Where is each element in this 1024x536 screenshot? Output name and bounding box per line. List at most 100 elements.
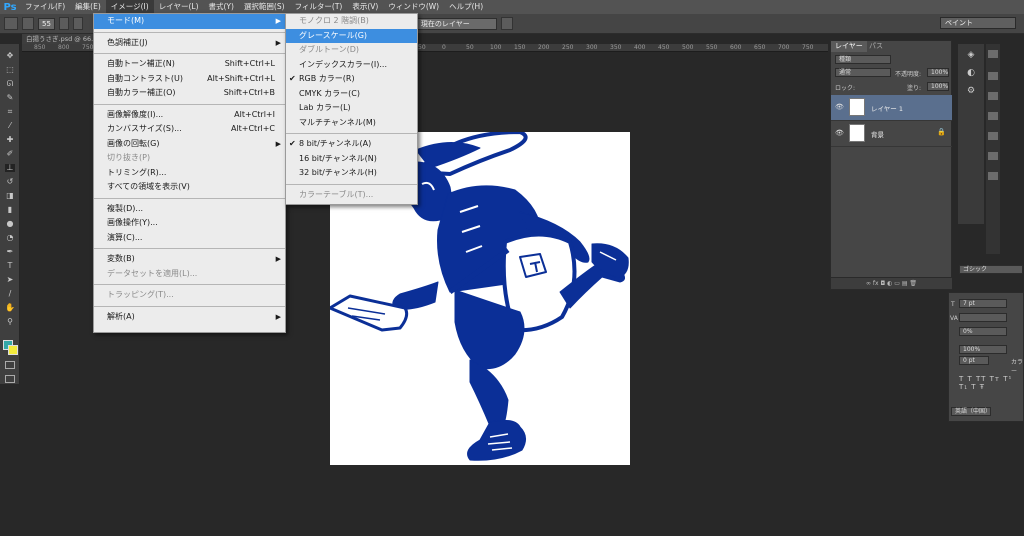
opacity-label: 不透明度:: [895, 71, 922, 78]
image-menu-item[interactable]: 演算(C)...: [94, 231, 285, 246]
blend-mode-dropdown[interactable]: 通常: [835, 68, 891, 77]
menu-layer[interactable]: レイヤー(L): [154, 0, 204, 14]
image-menu-item[interactable]: 解析(A) ▶: [94, 310, 285, 325]
vertical-scale-field[interactable]: 100%: [959, 345, 1007, 354]
image-menu-item[interactable]: 画像の回転(G) ▶: [94, 137, 285, 152]
eraser-tool-icon[interactable]: ◨: [5, 192, 15, 200]
menu-item-label: 8 bit/チャンネル(A): [299, 139, 372, 148]
menu-edit[interactable]: 編集(E): [70, 0, 106, 14]
mode-menu-item[interactable]: CMYK カラー(C): [286, 87, 417, 102]
image-menu-item[interactable]: すべての領域を表示(V): [94, 180, 285, 195]
image-menu-item[interactable]: 自動カラー補正(O) Shift+Ctrl+B: [94, 86, 285, 101]
image-menu-item[interactable]: カンバスサイズ(S)... Alt+Ctrl+C: [94, 122, 285, 137]
mode-menu-item[interactable]: インデックスカラー(I)...: [286, 58, 417, 73]
submenu-arrow-icon: ▶: [275, 17, 281, 25]
font-family-dropdown[interactable]: ゴシック: [959, 265, 1023, 274]
tracking-field[interactable]: 0%: [959, 327, 1007, 336]
menu-item-label: 解析(A): [107, 311, 135, 321]
menu-view[interactable]: 表示(V): [347, 0, 383, 14]
screen-mode-icon[interactable]: [5, 375, 15, 383]
image-menu-item[interactable]: 複製(D)...: [94, 202, 285, 217]
stamp-tool-icon[interactable]: ⊥: [5, 164, 15, 172]
pen-tool-icon[interactable]: ✒: [5, 248, 15, 256]
swatches-icon[interactable]: [988, 172, 998, 180]
layers-panel-icon[interactable]: ◈: [964, 50, 978, 60]
image-menu-item[interactable]: 画像操作(Y)...: [94, 216, 285, 231]
mode-menu-item[interactable]: 32 bit/チャンネル(H): [286, 166, 417, 181]
menu-shortcut: Alt+Ctrl+C: [230, 124, 275, 133]
font-size-field[interactable]: 7 pt: [959, 299, 1007, 308]
quick-mask-icon[interactable]: [5, 361, 15, 369]
adjustments-icon[interactable]: [988, 132, 998, 140]
paths-panel-icon[interactable]: ⚙: [964, 86, 978, 96]
image-menu-item[interactable]: モード(M) ▶: [94, 14, 285, 29]
move-tool-icon[interactable]: ✥: [5, 52, 15, 60]
menu-file[interactable]: ファイル(F): [20, 0, 70, 14]
eyedropper-tool-icon[interactable]: ⁄: [5, 122, 15, 130]
history-icon[interactable]: [988, 50, 998, 58]
healing-tool-icon[interactable]: ✚: [5, 136, 15, 144]
kerning-field[interactable]: [959, 313, 1007, 322]
hand-tool-icon[interactable]: ✋: [5, 304, 15, 312]
image-menu-item[interactable]: 自動コントラスト(U) Alt+Shift+Ctrl+L: [94, 72, 285, 87]
mode-menu-item[interactable]: ✔ RGB カラー(R): [286, 72, 417, 87]
image-menu-item[interactable]: 画像解像度(I)... Alt+Ctrl+I: [94, 108, 285, 123]
zoom-tool-icon[interactable]: ⚲: [5, 318, 15, 326]
visibility-eye-icon[interactable]: 👁: [835, 103, 844, 111]
fill-field[interactable]: 100%: [927, 82, 949, 91]
tab-layers[interactable]: レイヤー: [831, 41, 867, 52]
mode-menu-item[interactable]: マルチチャンネル(M): [286, 116, 417, 131]
path-select-tool-icon[interactable]: ➤: [5, 276, 15, 284]
image-menu-item[interactable]: 変数(B) ▶: [94, 252, 285, 267]
brush-size-field[interactable]: 55: [38, 17, 55, 30]
clone-source-icon[interactable]: [988, 112, 998, 120]
image-menu-item[interactable]: トリミング(R)...: [94, 166, 285, 181]
menu-help[interactable]: ヘルプ(H): [444, 0, 488, 14]
lasso-tool-icon[interactable]: ᘏ: [5, 80, 15, 88]
image-menu-item[interactable]: 自動トーン補正(N) Shift+Ctrl+L: [94, 57, 285, 72]
visibility-eye-icon[interactable]: 👁: [835, 129, 844, 137]
menu-filter[interactable]: フィルター(T): [290, 0, 348, 14]
baseline-field[interactable]: 0 pt: [959, 356, 989, 365]
language-dropdown[interactable]: 英語（中国）: [951, 407, 991, 416]
brush-tool-icon[interactable]: ✐: [5, 150, 15, 158]
background-color-swatch[interactable]: [8, 345, 18, 355]
gradient-tool-icon[interactable]: ▮: [5, 206, 15, 214]
mode-icon[interactable]: [72, 17, 83, 30]
menu-window[interactable]: ウィンドウ(W): [383, 0, 444, 14]
actions-icon[interactable]: [988, 72, 998, 80]
menu-image[interactable]: イメージ(I): [105, 0, 154, 14]
pressure-icon[interactable]: [500, 17, 513, 30]
layer-row-layer1[interactable]: 👁 レイヤー 1: [831, 95, 952, 121]
mode-menu-item[interactable]: グレースケール(G): [286, 28, 417, 43]
history-brush-tool-icon[interactable]: ↺: [5, 178, 15, 186]
styles-icon[interactable]: [988, 152, 998, 160]
menu-select[interactable]: 選択範囲(S): [239, 0, 290, 14]
marquee-tool-icon[interactable]: ⬚: [5, 66, 15, 74]
quick-select-tool-icon[interactable]: ✎: [5, 94, 15, 102]
mode-menu-item[interactable]: ✔ 8 bit/チャンネル(A): [286, 137, 417, 152]
brush-panel-icon[interactable]: [58, 17, 69, 30]
workspace-dropdown[interactable]: ペイント: [940, 17, 1016, 29]
image-menu-item: トラッピング(T)...: [94, 288, 285, 303]
layers-footer-toolbar[interactable]: ∞ fx ◘ ◐ ▭ ▤ 🗑: [831, 277, 952, 289]
shape-tool-icon[interactable]: /: [5, 290, 15, 298]
channels-panel-icon[interactable]: ◐: [964, 68, 978, 78]
mode-menu-item[interactable]: 16 bit/チャンネル(N): [286, 152, 417, 167]
sample-dropdown[interactable]: 現在のレイヤー: [416, 17, 497, 30]
layer-row-background[interactable]: 👁 背景 🔒: [831, 121, 952, 147]
crop-tool-icon[interactable]: ⌗: [5, 108, 15, 116]
opacity-field[interactable]: 100%: [927, 68, 949, 77]
layer-filter-dropdown[interactable]: 種類: [835, 55, 891, 64]
blur-tool-icon[interactable]: ●: [5, 220, 15, 228]
mode-menu-item[interactable]: Lab カラー(L): [286, 101, 417, 116]
tab-paths[interactable]: パス: [865, 41, 887, 52]
brush-icon[interactable]: [22, 17, 34, 30]
image-menu-item[interactable]: 色調補正(J) ▶: [94, 36, 285, 51]
menu-type[interactable]: 書式(Y): [204, 0, 239, 14]
tool-preset-picker[interactable]: [4, 17, 18, 30]
brush-presets-icon[interactable]: [988, 92, 998, 100]
text-style-buttons[interactable]: T T TT Tт T¹ T₁ T Ŧ: [959, 375, 1023, 391]
type-tool-icon[interactable]: T: [5, 262, 15, 270]
dodge-tool-icon[interactable]: ◔: [5, 234, 15, 242]
